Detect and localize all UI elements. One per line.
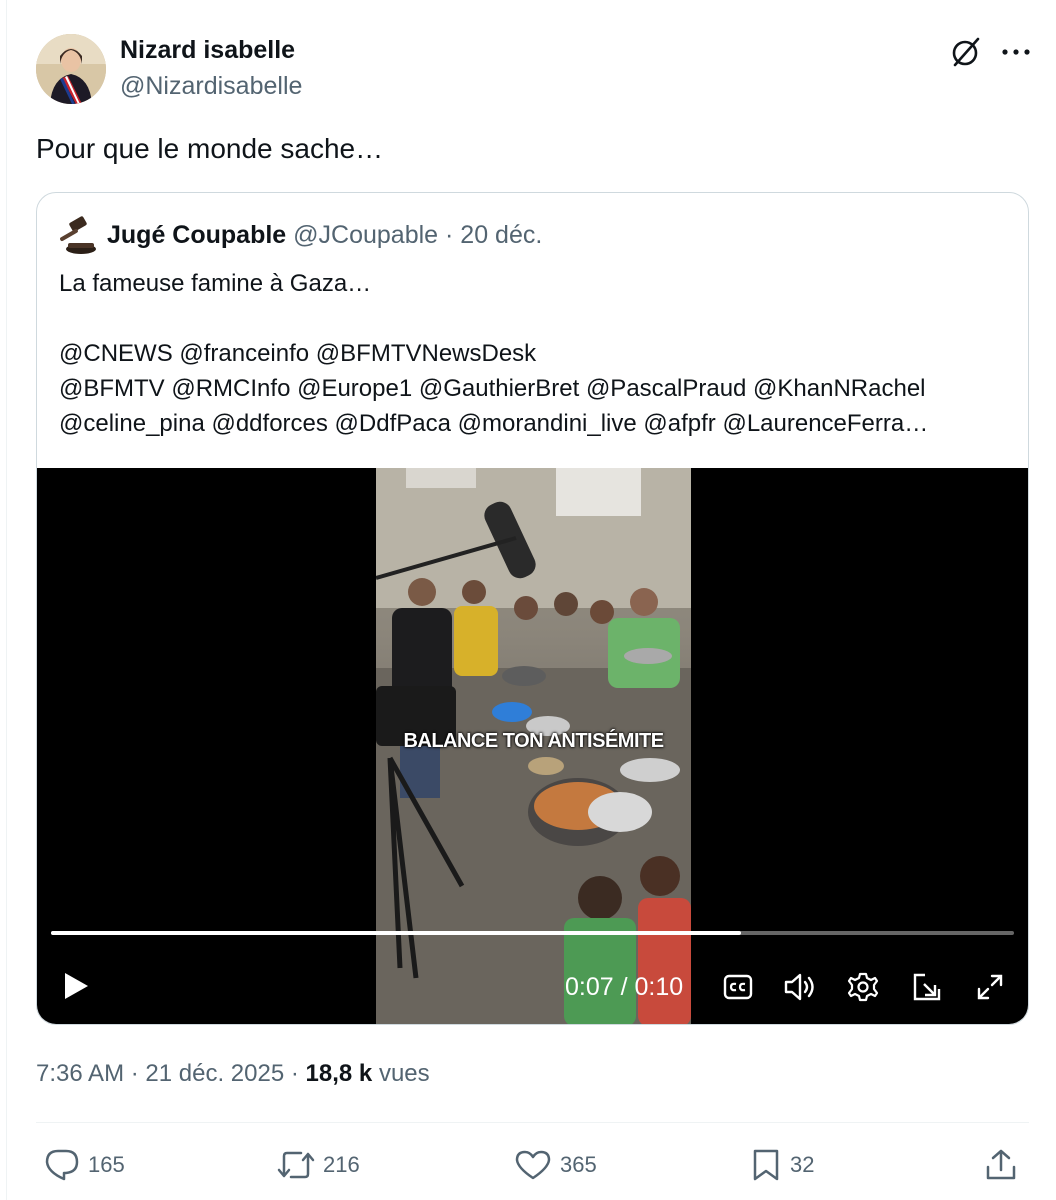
- gavel-icon: [60, 216, 96, 254]
- quoted-separator: ·: [445, 221, 454, 249]
- repost-icon: [277, 1151, 315, 1179]
- more-options-button[interactable]: [996, 32, 1036, 72]
- video-time: 0:07 / 0:10: [565, 973, 684, 1001]
- play-icon: [65, 973, 88, 999]
- video-player[interactable]: BALANCE TON ANTISÉMITE 0:07 / 0:10: [37, 468, 1028, 1024]
- share-icon: [986, 1149, 1016, 1180]
- volume-button[interactable]: [779, 966, 821, 1008]
- bookmark-button[interactable]: 32: [750, 1145, 814, 1185]
- fullscreen-expand-icon: [977, 974, 1003, 1000]
- video-progress-fill: [51, 931, 742, 935]
- video-progress-bar[interactable]: [51, 931, 1014, 935]
- quoted-mentions-line: @BFMTV @RMCInfo @Europe1 @GauthierBret @…: [59, 375, 926, 402]
- reply-button[interactable]: 165: [44, 1145, 125, 1185]
- play-button[interactable]: [55, 965, 97, 1007]
- post-time[interactable]: 7:36 AM: [36, 1060, 124, 1087]
- heart-icon: [515, 1150, 551, 1180]
- video-frame[interactable]: BALANCE TON ANTISÉMITE: [376, 468, 691, 1024]
- gear-icon: [847, 972, 879, 1002]
- captions-button[interactable]: [717, 966, 759, 1008]
- post-text: Pour que le monde sache…: [36, 133, 384, 164]
- settings-button[interactable]: [842, 966, 884, 1008]
- quoted-text-line: La fameuse famine à Gaza…: [59, 270, 372, 297]
- meta-separator: ·: [290, 1060, 306, 1087]
- closed-captions-icon: [723, 974, 753, 1000]
- author-avatar[interactable]: [36, 34, 106, 104]
- grok-button[interactable]: [946, 32, 986, 72]
- meta-separator: ·: [130, 1060, 146, 1087]
- quoted-mentions-line: @CNEWS @franceinfo @BFMTVNewsDesk: [59, 340, 537, 367]
- grok-icon: [952, 37, 980, 67]
- like-count: 365: [560, 1152, 597, 1177]
- like-button[interactable]: 365: [514, 1145, 597, 1185]
- share-button[interactable]: [984, 1145, 1018, 1185]
- quoted-author-avatar[interactable]: [57, 215, 99, 257]
- quoted-header: Jugé Coupable @JCoupable · 20 déc.: [107, 221, 542, 250]
- post-date[interactable]: 21 déc. 2025: [145, 1060, 284, 1087]
- avatar-photo-icon: [36, 34, 106, 104]
- pop-out-icon: [913, 973, 941, 1001]
- repost-button[interactable]: 216: [277, 1145, 360, 1185]
- bookmark-icon: [753, 1149, 779, 1181]
- timeline-border: [6, 0, 7, 1200]
- more-dots-icon: [1002, 49, 1030, 55]
- post-meta: 7:36 AM · 21 déc. 2025 · 18,8 k vues: [36, 1060, 430, 1088]
- author-display-name[interactable]: Nizard isabelle: [120, 36, 295, 65]
- quoted-text: La fameuse famine à Gaza… @CNEWS @france…: [59, 266, 928, 441]
- views-label: vues: [378, 1060, 430, 1087]
- bookmark-count: 32: [790, 1152, 815, 1177]
- pop-out-button[interactable]: [906, 966, 948, 1008]
- views-count: 18,8 k: [305, 1060, 373, 1087]
- fullscreen-button[interactable]: [969, 966, 1011, 1008]
- quoted-post-card[interactable]: Jugé Coupable @JCoupable · 20 déc. La fa…: [36, 192, 1029, 1025]
- quoted-handle[interactable]: @JCoupable: [293, 221, 438, 249]
- repost-count: 216: [323, 1152, 360, 1177]
- quoted-mentions-line: @celine_pina @ddforces @DdfPaca @morandi…: [59, 410, 929, 437]
- reply-count: 165: [88, 1152, 125, 1177]
- quoted-display-name[interactable]: Jugé Coupable: [107, 221, 286, 249]
- volume-icon: [784, 973, 814, 1001]
- video-caption-overlay: BALANCE TON ANTISÉMITE: [403, 730, 664, 752]
- action-bar-divider: [36, 1122, 1029, 1123]
- author-handle[interactable]: @Nizardisabelle: [120, 72, 302, 101]
- quoted-date[interactable]: 20 déc.: [460, 221, 542, 249]
- reply-bubble-icon: [45, 1149, 79, 1181]
